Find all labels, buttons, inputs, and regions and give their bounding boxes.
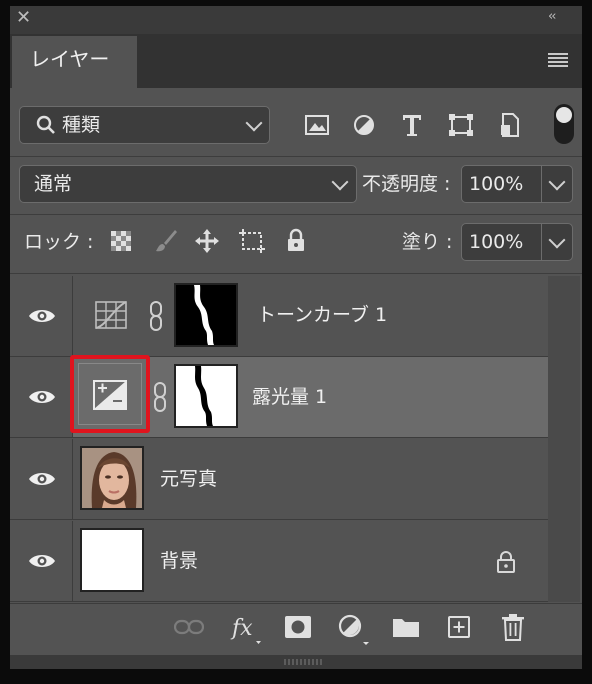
filter-toggle-switch[interactable] [554,104,574,144]
eye-icon[interactable] [28,469,56,489]
tab-layers-label: レイヤー [30,47,110,71]
blend-mode-value: 通常 [34,173,73,195]
svg-text:fx: fx [230,616,253,641]
layer-lock-icon[interactable] [496,550,516,574]
fill-label: 塗り : [402,231,453,253]
layer-mask-thumbnail[interactable] [174,364,238,428]
collapse-panel-icon[interactable]: ‹‹ [548,9,557,24]
lock-position-move-icon[interactable] [194,228,220,254]
portrait-photo [82,448,142,508]
exposure-adjustment-icon [93,380,127,410]
filter-smart-objects-icon[interactable] [498,112,522,138]
filter-kind-label: 種類 [62,114,101,136]
layer-image-thumbnail[interactable] [80,528,144,592]
divider [10,156,582,157]
layers-scrollbar[interactable] [548,276,580,602]
divider [10,214,582,215]
layer-mask-thumbnail[interactable] [174,283,238,347]
filter-type-layers-icon[interactable] [400,112,424,138]
filter-adjustment-layers-icon[interactable] [352,113,376,137]
lock-label: ロック : [24,231,94,253]
field-separator [541,166,542,202]
filter-kind-select[interactable] [19,106,270,144]
delete-layer-trash-icon[interactable] [501,613,525,641]
link-icon[interactable] [148,301,164,331]
filter-pixel-layers-icon[interactable] [304,113,330,137]
close-icon[interactable]: ✕ [16,7,31,29]
filter-shape-layers-icon[interactable] [448,113,474,137]
divider [10,273,582,274]
eye-icon[interactable] [28,551,56,571]
fx-layer-style-icon[interactable]: fx [230,613,262,645]
link-layers-icon[interactable] [174,618,204,636]
panel-menu-icon[interactable] [548,52,568,68]
lock-image-pixels-brush-icon[interactable] [154,228,178,254]
exposure-adjustment-thumbnail[interactable] [78,363,142,425]
layer-name[interactable]: トーンカーブ 1 [257,303,387,327]
layer-image-thumbnail[interactable] [80,446,144,510]
opacity-value: 100% [469,173,524,195]
new-adjustment-layer-icon[interactable] [338,614,370,646]
layer-name[interactable]: 背景 [160,549,198,573]
panel-title-bar [10,6,582,34]
lock-all-icon[interactable] [285,228,307,254]
field-separator [541,224,542,260]
eye-icon[interactable] [28,387,56,407]
search-icon [36,115,55,134]
eye-icon[interactable] [28,306,56,326]
new-layer-icon[interactable] [447,615,471,639]
new-group-folder-icon[interactable] [392,616,420,638]
add-mask-icon[interactable] [284,615,312,639]
panel-resize-grip[interactable] [10,655,582,669]
link-icon[interactable] [152,382,168,412]
opacity-label: 不透明度 : [362,173,451,195]
layer-name[interactable]: 露光量 1 [252,385,327,409]
lock-artboard-icon[interactable] [238,228,266,254]
layer-name[interactable]: 元写真 [160,467,217,491]
curves-adjustment-icon [95,301,127,329]
lock-transparent-pixels-icon[interactable] [110,230,132,252]
fill-value: 100% [469,231,524,253]
